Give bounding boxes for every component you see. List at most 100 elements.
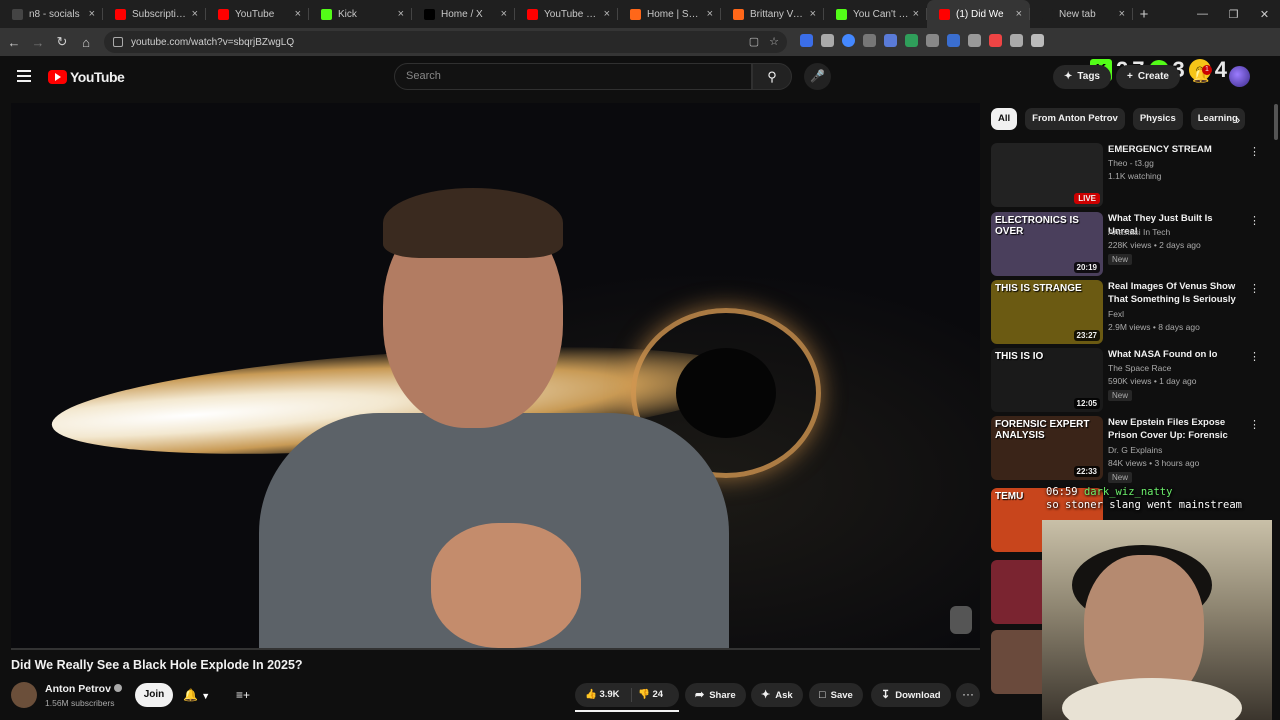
extension-icon[interactable] [863, 34, 876, 47]
tab-close-icon[interactable]: × [1016, 8, 1022, 20]
tab-close-icon[interactable]: × [295, 8, 301, 20]
microphone-icon[interactable]: 🎤 [804, 63, 831, 90]
extension-icon[interactable] [968, 34, 981, 47]
create-button[interactable]: + Create [1116, 65, 1180, 89]
download-button[interactable]: ↧ Download [871, 683, 951, 707]
recommended-video[interactable]: FORENSIC EXPERT ANALYSIS 22:33 New Epstein… [991, 416, 1261, 483]
dislike-button[interactable]: 👎 24 [638, 683, 663, 707]
recommended-channel[interactable]: The Space Race [1108, 363, 1171, 373]
channel-name[interactable]: Anton Petrov [45, 683, 122, 695]
recommended-title[interactable]: Real Images Of Venus Show That Something… [1108, 280, 1238, 306]
tab-close-icon[interactable]: × [1119, 8, 1125, 20]
browser-tab[interactable]: Home | Substa × [618, 0, 721, 28]
tags-button[interactable]: ✦ Tags [1053, 65, 1111, 89]
recommended-title[interactable]: EMERGENCY STREAM [1108, 143, 1238, 156]
home-icon[interactable]: ⌂ [74, 35, 98, 50]
minimize-icon[interactable]: — [1187, 8, 1218, 20]
chevron-right-icon[interactable]: › [1236, 112, 1240, 127]
extension-icon[interactable] [800, 34, 813, 47]
recommended-video[interactable]: THIS IS IO 12:05 What NASA Found on Io The … [991, 348, 1261, 412]
new-tab-button[interactable]: + [1133, 6, 1155, 23]
chip-physics[interactable]: Physics [1132, 108, 1183, 130]
account-avatar[interactable] [1229, 66, 1250, 87]
video-thumbnail[interactable]: LIVE [991, 143, 1103, 207]
notification-bell-button[interactable]: 🔔 ▼ [183, 683, 228, 707]
search-input[interactable]: Search [394, 63, 752, 90]
tab-close-icon[interactable]: × [192, 8, 198, 20]
video-player[interactable] [11, 103, 980, 648]
more-options-icon[interactable]: ⋮ [1249, 282, 1260, 295]
tab-close-icon[interactable]: × [501, 8, 507, 20]
channel-avatar[interactable] [11, 682, 37, 708]
tab-close-icon[interactable]: × [398, 8, 404, 20]
extension-icon[interactable] [989, 34, 1002, 47]
video-thumbnail[interactable]: THIS IS IO 12:05 [991, 348, 1103, 412]
browser-tab[interactable]: n8 - socials × [0, 0, 103, 28]
extension-icon[interactable] [926, 34, 939, 47]
video-progress-bar[interactable] [11, 648, 980, 650]
ask-button[interactable]: ✦ Ask [751, 683, 803, 707]
extension-icon[interactable] [1010, 34, 1023, 47]
extension-icon[interactable] [884, 34, 897, 47]
more-actions-button[interactable]: ··· [956, 683, 980, 707]
video-thumbnail[interactable]: FORENSIC EXPERT ANALYSIS 22:33 [991, 416, 1103, 480]
browser-tab[interactable]: (1) Did We × [927, 0, 1030, 28]
restore-icon[interactable]: ❐ [1218, 8, 1249, 21]
extension-icon[interactable] [821, 34, 834, 47]
browser-tab[interactable]: New tab × [1030, 0, 1133, 28]
save-button[interactable]: □ Save [809, 683, 863, 707]
video-thumbnail[interactable]: ELECTRONICS IS OVER 20:19 [991, 212, 1103, 276]
recommended-channel[interactable]: Dr. G Explains [1108, 445, 1162, 455]
more-options-icon[interactable]: ⋮ [1249, 145, 1260, 158]
recommended-channel[interactable]: Anastasi In Tech [1108, 227, 1170, 237]
add-to-playlist-icon[interactable]: ≡+ [236, 683, 256, 707]
forward-icon[interactable]: → [26, 35, 50, 50]
extension-icon[interactable] [842, 34, 855, 47]
extension-icon[interactable] [905, 34, 918, 47]
recommended-channel[interactable]: Theo - t3.gg [1108, 158, 1154, 168]
channel-watermark[interactable] [950, 606, 972, 634]
close-window-icon[interactable]: ✕ [1249, 8, 1280, 21]
join-button[interactable]: Join [135, 683, 173, 707]
browser-tab[interactable]: Brittany Venti × [721, 0, 824, 28]
chip-all[interactable]: All [991, 108, 1018, 130]
browser-tab[interactable]: Home / X × [412, 0, 515, 28]
chip-from-anton-petrov[interactable]: From Anton Petrov [1025, 108, 1125, 130]
like-button[interactable]: 👍 3.9K [585, 683, 620, 707]
reload-icon[interactable]: ↻ [50, 34, 74, 50]
browser-tab[interactable]: Kick × [309, 0, 412, 28]
browser-tab[interactable]: You Can't Stop × [824, 0, 927, 28]
recommended-channel[interactable]: Fexl [1108, 309, 1124, 319]
browser-tab[interactable]: Subscriptions - × [103, 0, 206, 28]
puzzle-icon[interactable] [1031, 34, 1044, 47]
site-info-icon[interactable] [113, 37, 123, 47]
recommended-title[interactable]: What NASA Found on Io [1108, 348, 1238, 361]
youtube-play-icon [48, 70, 67, 84]
recommended-video[interactable]: ELECTRONICS IS OVER 20:19 What They Just B… [991, 212, 1261, 276]
menu-icon[interactable] [17, 70, 31, 85]
search-button[interactable]: ⚲ [752, 63, 792, 90]
tab-close-icon[interactable]: × [89, 8, 95, 20]
extension-icon[interactable] [947, 34, 960, 47]
scrollbar-thumb[interactable] [1274, 104, 1278, 140]
back-icon[interactable]: ← [2, 35, 26, 50]
browser-tab[interactable]: YouTube Music × [515, 0, 618, 28]
recommended-video[interactable]: LIVE EMERGENCY STREAM Theo - t3.gg 1.1K wat… [991, 143, 1261, 207]
address-bar[interactable]: youtube.com/watch?v=sbqrjBZwgLQ ▢ ☆ [104, 31, 787, 53]
tab-close-icon[interactable]: × [707, 8, 713, 20]
bookmark-star-icon[interactable]: ☆ [769, 35, 779, 48]
browser-tab[interactable]: YouTube × [206, 0, 309, 28]
more-options-icon[interactable]: ⋮ [1249, 350, 1260, 363]
share-button[interactable]: ➦ Share [685, 683, 746, 707]
video-thumbnail[interactable]: THIS IS STRANGE 23:27 [991, 280, 1103, 344]
tab-close-icon[interactable]: × [810, 8, 816, 20]
recommended-video[interactable]: THIS IS STRANGE 23:27 Real Images Of Venus… [991, 280, 1261, 344]
tab-close-icon[interactable]: × [604, 8, 610, 20]
recommended-title[interactable]: New Epstein Files Expose Prison Cover Up… [1108, 416, 1238, 442]
more-options-icon[interactable]: ⋮ [1249, 418, 1260, 431]
install-icon[interactable]: ▢ [749, 35, 759, 48]
tab-close-icon[interactable]: × [913, 8, 919, 20]
page-scrollbar[interactable] [1272, 98, 1280, 720]
more-options-icon[interactable]: ⋮ [1249, 214, 1260, 227]
youtube-logo[interactable]: YouTube [48, 69, 125, 85]
